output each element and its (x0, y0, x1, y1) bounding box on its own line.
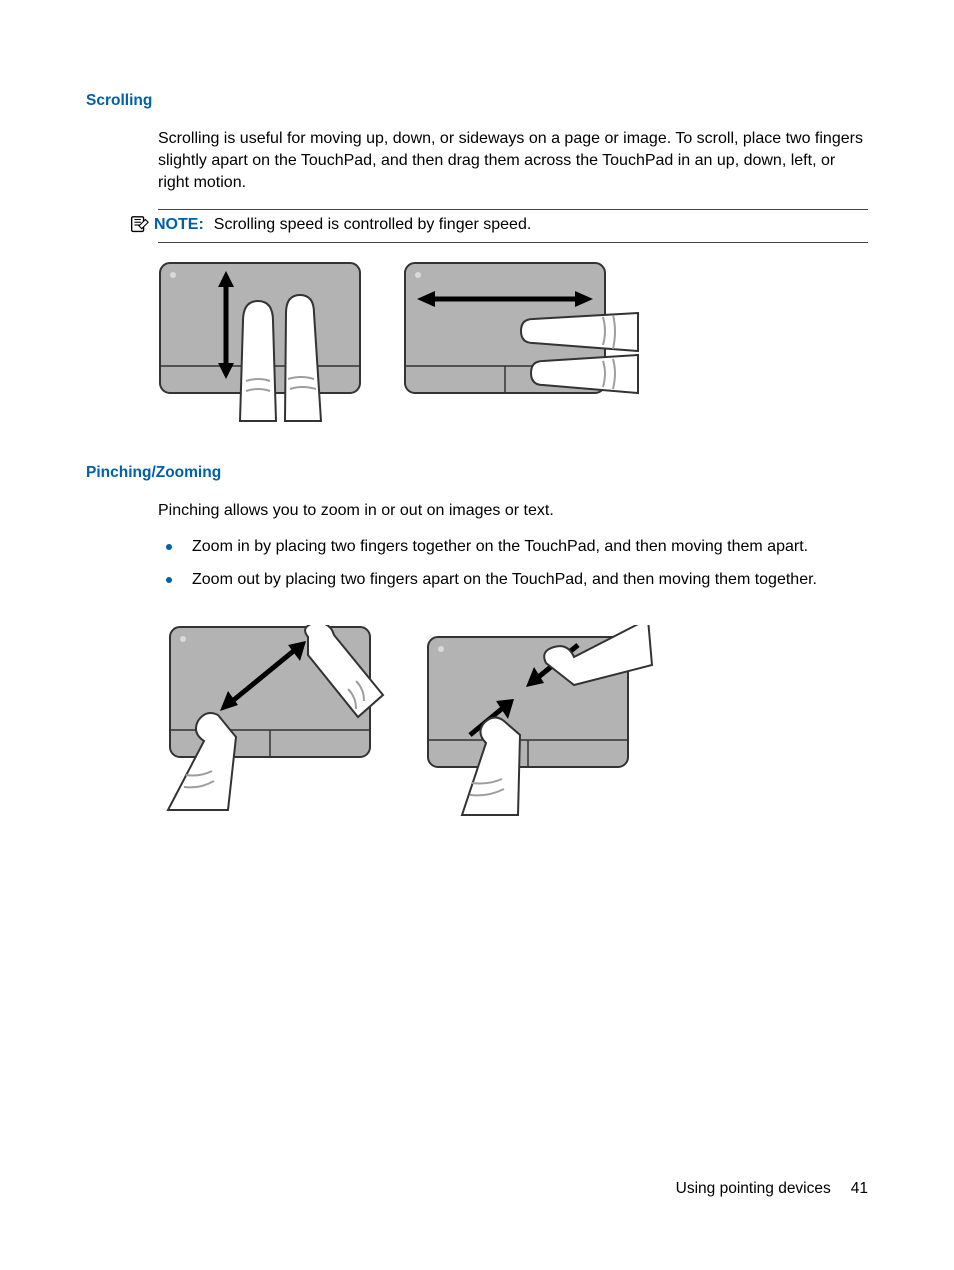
note-label: NOTE: (154, 216, 204, 233)
illustration-row-pinching (158, 625, 868, 820)
bullet-list: Zoom in by placing two fingers together … (158, 536, 868, 591)
document-page: Scrolling Scrolling is useful for moving… (0, 0, 954, 1270)
note-text: Scrolling speed is controlled by finger … (214, 216, 532, 233)
note-callout: NOTE:Scrolling speed is controlled by fi… (158, 209, 868, 243)
paragraph-pinching: Pinching allows you to zoom in or out on… (158, 500, 868, 522)
note-icon (128, 214, 148, 234)
bullet-text: Zoom in by placing two fingers together … (192, 536, 808, 558)
bullet-icon (166, 544, 172, 550)
paragraph-scrolling: Scrolling is useful for moving up, down,… (158, 128, 868, 195)
list-item: Zoom in by placing two fingers together … (158, 536, 868, 558)
bullet-icon (166, 577, 172, 583)
illustration-scroll-vertical (158, 261, 383, 426)
footer-section-title: Using pointing devices (676, 1178, 831, 1200)
footer-page-number: 41 (851, 1178, 868, 1200)
heading-pinching: Pinching/Zooming (86, 462, 868, 484)
illustration-scroll-horizontal (403, 261, 643, 426)
illustration-zoom-out (408, 625, 658, 820)
illustration-zoom-in (158, 625, 388, 820)
page-footer: Using pointing devices 41 (676, 1178, 868, 1200)
bullet-text: Zoom out by placing two fingers apart on… (192, 569, 817, 591)
list-item: Zoom out by placing two fingers apart on… (158, 569, 868, 591)
heading-scrolling: Scrolling (86, 90, 868, 112)
illustration-row-scrolling (158, 261, 868, 426)
